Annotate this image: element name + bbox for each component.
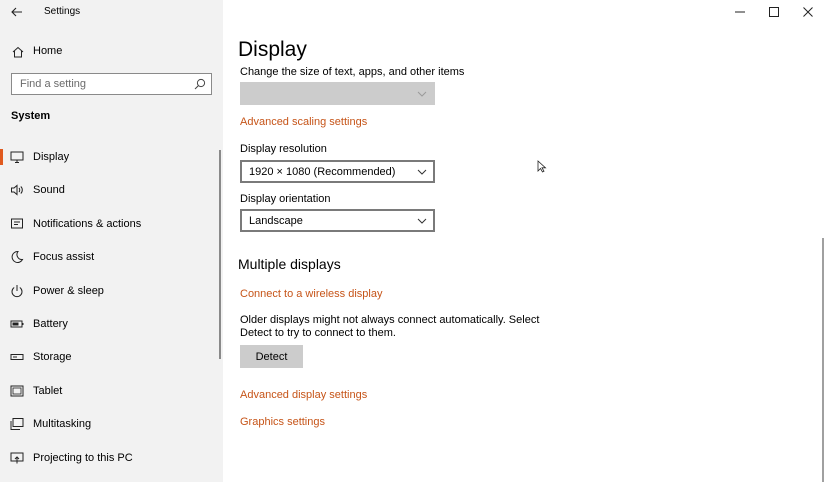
- projecting-icon: [10, 452, 24, 464]
- resolution-dropdown[interactable]: 1920 × 1080 (Recommended): [240, 160, 435, 183]
- sidebar-item-notifications[interactable]: Notifications & actions: [0, 208, 223, 241]
- close-button[interactable]: [791, 0, 825, 24]
- minimize-button[interactable]: [723, 0, 757, 24]
- detect-button[interactable]: Detect: [240, 345, 303, 368]
- sidebar-item-focus-assist[interactable]: Focus assist: [0, 241, 223, 274]
- sidebar-item-label: Tablet: [33, 384, 63, 397]
- app-title: Settings: [44, 6, 81, 17]
- sidebar-scrollbar[interactable]: [219, 150, 221, 359]
- close-icon: [803, 7, 813, 17]
- battery-icon: [10, 320, 24, 328]
- wireless-display-link[interactable]: Connect to a wireless display: [240, 288, 382, 300]
- sidebar-item-home[interactable]: Home: [0, 41, 223, 63]
- advanced-display-link[interactable]: Advanced display settings: [240, 389, 367, 401]
- active-indicator: [0, 149, 3, 165]
- orientation-value: Landscape: [249, 215, 303, 227]
- detect-description: Older displays might not always connect …: [240, 314, 540, 339]
- sidebar-item-label: Power & sleep: [33, 284, 104, 297]
- search-placeholder: Find a setting: [20, 78, 87, 90]
- sidebar: Settings Home Find a setting System Disp…: [0, 0, 223, 482]
- orientation-dropdown[interactable]: Landscape: [240, 209, 435, 232]
- search-icon: [194, 78, 206, 90]
- minimize-icon: [735, 11, 745, 13]
- power-icon: [11, 284, 23, 297]
- multitasking-icon: [10, 418, 24, 431]
- back-arrow-icon: [11, 7, 22, 17]
- sidebar-item-label: Notifications & actions: [33, 217, 142, 230]
- sidebar-item-battery[interactable]: Battery: [0, 308, 223, 341]
- scale-label: Change the size of text, apps, and other…: [240, 66, 465, 78]
- section-title: System: [11, 110, 51, 122]
- main-scrollbar[interactable]: [822, 238, 824, 482]
- home-icon: [12, 46, 24, 58]
- moon-icon: [11, 251, 24, 264]
- resolution-label: Display resolution: [240, 143, 327, 155]
- tablet-icon: [10, 385, 24, 397]
- window-controls: [723, 0, 825, 24]
- maximize-icon: [769, 7, 779, 17]
- sidebar-item-label: Display: [33, 151, 70, 163]
- sidebar-item-power-sleep[interactable]: Power & sleep: [0, 275, 223, 308]
- chevron-down-icon: [417, 91, 427, 97]
- home-label: Home: [33, 45, 63, 57]
- sidebar-item-label: Projecting to this PC: [33, 451, 133, 464]
- chevron-down-icon: [417, 169, 427, 175]
- search-input[interactable]: Find a setting: [11, 73, 212, 95]
- sidebar-item-projecting[interactable]: Projecting to this PC: [0, 442, 223, 475]
- sidebar-item-label: Focus assist: [33, 251, 95, 264]
- main-content: Display Change the size of text, apps, a…: [223, 0, 825, 482]
- sidebar-item-tablet[interactable]: Tablet: [0, 375, 223, 408]
- orientation-label: Display orientation: [240, 193, 331, 205]
- sidebar-item-label: Multitasking: [33, 418, 92, 431]
- multiple-displays-heading: Multiple displays: [238, 256, 341, 272]
- storage-icon: [10, 354, 24, 361]
- notification-icon: [11, 218, 23, 229]
- monitor-icon: [10, 151, 24, 163]
- sidebar-nav: Display Sound Notifications & actions Fo…: [0, 141, 223, 475]
- sidebar-item-label: Battery: [33, 317, 68, 330]
- sidebar-item-display[interactable]: Display: [0, 141, 223, 174]
- sidebar-item-storage[interactable]: Storage: [0, 341, 223, 374]
- advanced-scaling-link[interactable]: Advanced scaling settings: [240, 116, 367, 128]
- speaker-icon: [11, 184, 23, 196]
- chevron-down-icon: [417, 218, 427, 224]
- graphics-settings-link[interactable]: Graphics settings: [240, 416, 325, 428]
- mouse-cursor-icon: [537, 160, 547, 173]
- maximize-button[interactable]: [757, 0, 791, 24]
- sidebar-item-multitasking[interactable]: Multitasking: [0, 408, 223, 441]
- page-title: Display: [238, 38, 307, 61]
- resolution-value: 1920 × 1080 (Recommended): [249, 166, 396, 178]
- back-button[interactable]: [5, 2, 29, 22]
- sidebar-item-label: Storage: [33, 351, 72, 364]
- title-bar: Settings: [0, 0, 223, 26]
- scale-dropdown[interactable]: [240, 82, 435, 105]
- sidebar-item-sound[interactable]: Sound: [0, 174, 223, 207]
- sidebar-item-label: Sound: [33, 184, 65, 197]
